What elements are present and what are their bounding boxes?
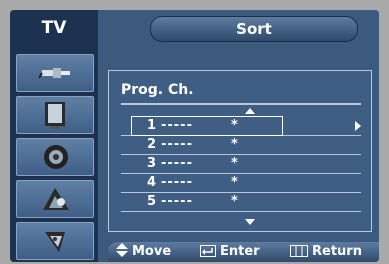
program-number: 1 (147, 118, 157, 133)
program-number: 5 (147, 194, 157, 209)
enter-key-icon (200, 245, 216, 257)
enter-label: Enter (220, 244, 260, 259)
updown-arrow-icon (116, 243, 128, 257)
return-hint: Return (290, 242, 362, 262)
sidebar-item-setup[interactable] (16, 222, 94, 260)
program-name: ----- (161, 118, 193, 133)
setup-tools-icon (45, 232, 65, 252)
menu-title: Sort (150, 16, 358, 42)
program-star: * (231, 156, 238, 171)
sidebar-item-input[interactable] (16, 54, 94, 92)
scroll-down-icon[interactable] (245, 219, 255, 225)
top-bar: TV Sort (10, 10, 379, 46)
program-row-3[interactable]: 3 ----- * (121, 155, 361, 174)
move-right-icon[interactable] (355, 121, 361, 131)
sidebar-item-channel[interactable] (16, 180, 94, 218)
speaker-icon (44, 145, 68, 169)
enter-hint: Enter (200, 242, 260, 262)
program-row-1[interactable]: 1 ----- * (121, 116, 361, 136)
footer-bar: Move Enter Return (98, 242, 379, 262)
move-hint: Move (116, 242, 171, 262)
sort-panel: Prog. Ch. 1 ----- * 2 ----- * 3 ----- * … (108, 70, 372, 232)
move-label: Move (132, 244, 172, 259)
title-bar: Sort (98, 10, 379, 46)
sidebar-item-picture[interactable] (16, 96, 94, 134)
program-star: * (231, 175, 238, 190)
program-name: ----- (161, 137, 193, 152)
osd-menu-frame: TV Sort Prog. Ch. 1 ----- * 2 ----- * 3 … (10, 10, 379, 262)
program-row-2[interactable]: 2 ----- * (121, 136, 361, 155)
sidebar-item-sound[interactable] (16, 138, 94, 176)
channel-setup-icon (43, 188, 69, 210)
program-number: 2 (147, 137, 157, 152)
program-star: * (231, 137, 238, 152)
tv-screen: TV Sort Prog. Ch. 1 ----- * 2 ----- * 3 … (0, 0, 389, 264)
program-name: ----- (161, 175, 193, 190)
scroll-up-icon[interactable] (245, 108, 255, 114)
program-row-4[interactable]: 4 ----- * (121, 174, 361, 193)
program-number: 3 (147, 156, 157, 171)
monitor-icon (45, 102, 65, 129)
program-number: 4 (147, 175, 157, 190)
antenna-plug-icon (39, 68, 70, 79)
panel-column-header: Prog. Ch. (121, 82, 194, 98)
program-name: ----- (161, 194, 193, 209)
return-label: Return (312, 244, 362, 259)
program-name: ----- (161, 156, 193, 171)
program-row-5[interactable]: 5 ----- * (121, 193, 361, 212)
program-star: * (231, 194, 238, 209)
header-divider (121, 103, 361, 105)
tv-label: TV (10, 10, 98, 46)
sidebar (10, 46, 98, 262)
program-star: * (231, 118, 238, 133)
footer-hints: Move Enter Return (108, 242, 379, 262)
menu-key-icon (290, 245, 308, 257)
